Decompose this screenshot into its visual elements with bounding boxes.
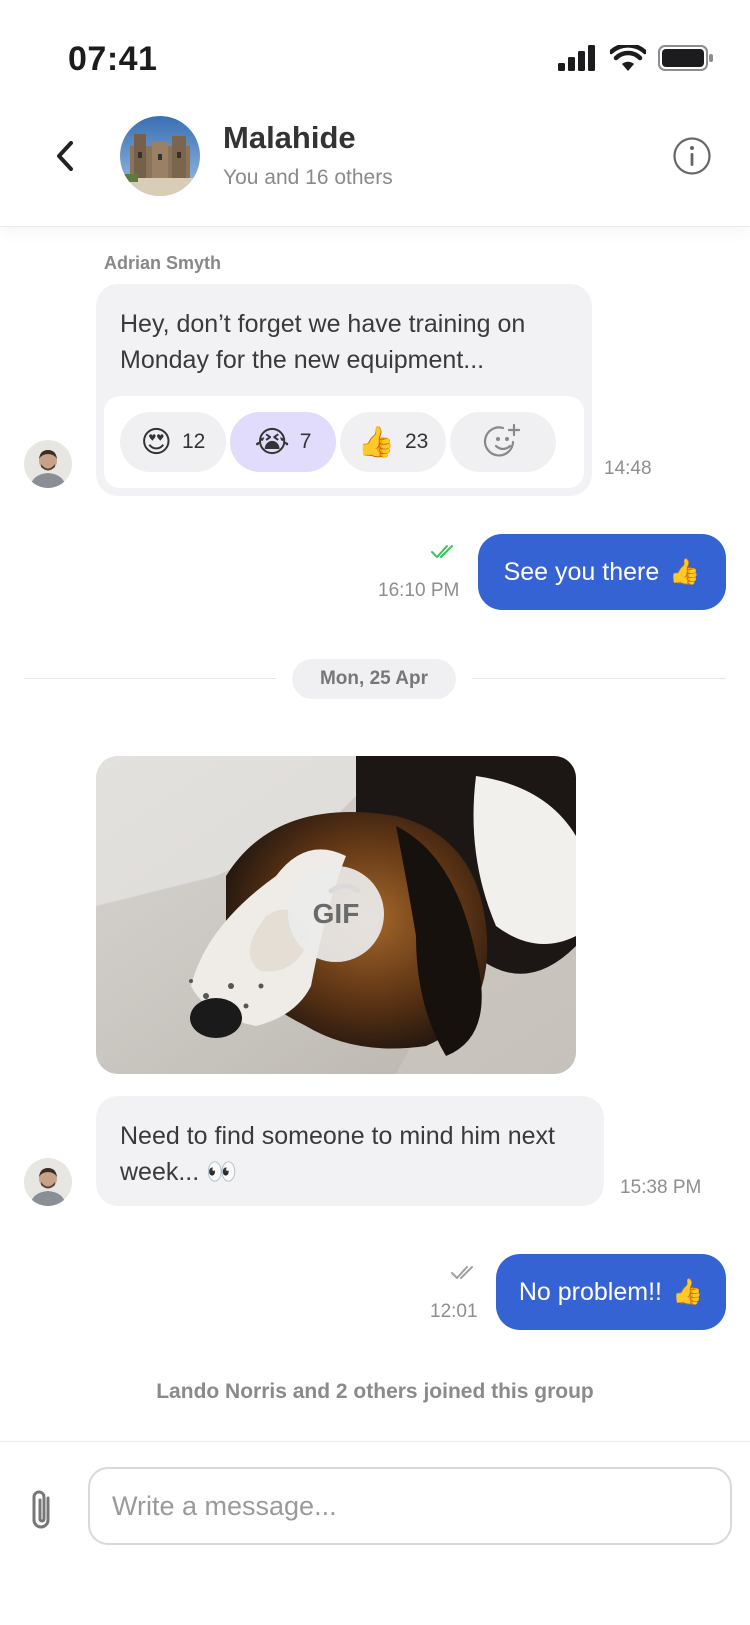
reactions-bar: 😍 12 😭 7 👍 23 (104, 396, 584, 488)
group-avatar[interactable] (120, 116, 200, 196)
thumbs-up-emoji-icon: 👍 (669, 557, 701, 586)
info-icon[interactable] (672, 136, 712, 176)
paperclip-icon[interactable] (26, 1488, 60, 1534)
sender-avatar[interactable] (24, 440, 72, 488)
group-title[interactable]: Malahide (223, 120, 356, 156)
divider-line (472, 678, 726, 679)
status-time: 07:41 (68, 40, 158, 78)
message-text-line: Hey, don’t forget we have training on (120, 310, 526, 338)
message-text: See you there (503, 557, 660, 586)
crying-emoji-icon: 😭 (254, 425, 290, 459)
message-text-segment: week... (120, 1158, 200, 1186)
outgoing-message-bubble[interactable]: No problem!! 👍 (496, 1254, 726, 1330)
incoming-message-bubble[interactable]: Hey, don’t forget we have training on Mo… (96, 284, 592, 496)
message-text-line: week... 👀 (120, 1154, 555, 1190)
message-text: Hey, don’t forget we have training on Mo… (120, 306, 525, 378)
read-receipt-icon (431, 545, 453, 558)
group-members-summary: You and 16 others (223, 166, 393, 189)
reaction-count: 7 (299, 430, 312, 453)
sender-avatar[interactable] (24, 1158, 72, 1206)
message-text-line: Need to find someone to mind him next (120, 1122, 555, 1150)
eyes-emoji-icon: 👀 (206, 1158, 238, 1186)
sent-receipt-icon (451, 1266, 473, 1279)
gif-message[interactable]: GIF (96, 756, 576, 1074)
status-icons (558, 44, 714, 72)
outgoing-message-bubble[interactable]: See you there 👍 (478, 534, 726, 610)
message-input[interactable] (88, 1467, 732, 1545)
thumbs-up-emoji-icon: 👍 (671, 1277, 704, 1306)
message-time: 12:01 (430, 1301, 478, 1322)
signal-icon (558, 45, 595, 71)
system-message: Lando Norris and 2 others joined this gr… (156, 1380, 594, 1403)
thumbs-up-emoji-icon: 👍 (357, 425, 395, 459)
message-time: 15:38 PM (620, 1177, 702, 1198)
wifi-icon (610, 45, 646, 71)
person-avatar-icon (24, 440, 72, 488)
add-emoji-icon (483, 423, 521, 457)
incoming-message-bubble[interactable]: Need to find someone to mind him next we… (96, 1096, 604, 1206)
reaction-count: 12 (181, 430, 206, 453)
reaction-heart-eyes[interactable]: 😍 12 (120, 412, 226, 472)
reaction-thumbs-up[interactable]: 👍 23 (340, 412, 446, 472)
message-text: No problem!! (518, 1277, 662, 1306)
message-time: 16:10 PM (378, 580, 460, 601)
message-time: 14:48 (604, 458, 652, 479)
castle-photo (120, 116, 200, 196)
back-chevron-icon[interactable] (48, 138, 84, 174)
heart-eyes-emoji-icon: 😍 (140, 425, 172, 459)
chat-header (0, 90, 750, 227)
divider-line (24, 678, 276, 679)
reaction-count: 23 (405, 430, 429, 453)
battery-icon (658, 45, 713, 71)
reaction-crying[interactable]: 😭 7 (230, 412, 336, 472)
message-text: Need to find someone to mind him next we… (120, 1118, 555, 1190)
date-divider: Mon, 25 Apr (292, 659, 456, 699)
message-text-line: Monday for the new equipment... (120, 346, 485, 374)
person-avatar-icon (24, 1158, 72, 1206)
add-reaction-button[interactable] (450, 412, 556, 472)
message-sender: Adrian Smyth (104, 253, 222, 273)
gif-badge[interactable]: GIF (288, 866, 384, 962)
